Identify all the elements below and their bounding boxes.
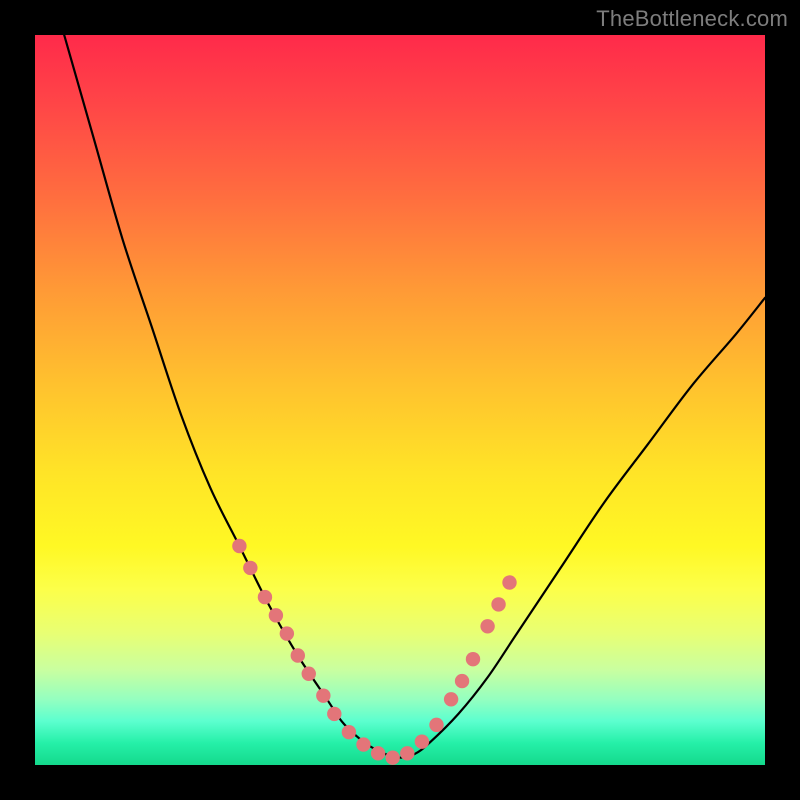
highlight-dot — [480, 619, 494, 633]
chart-container: TheBottleneck.com — [0, 0, 800, 800]
highlight-dot — [232, 539, 246, 553]
highlight-dot — [327, 707, 341, 721]
highlight-dot — [371, 746, 385, 760]
highlight-dots — [232, 539, 517, 765]
highlight-dot — [269, 608, 283, 622]
highlight-dot — [466, 652, 480, 666]
highlight-dot — [455, 674, 469, 688]
highlight-dot — [386, 751, 400, 765]
watermark-text: TheBottleneck.com — [596, 6, 788, 32]
highlight-dot — [356, 737, 370, 751]
highlight-dot — [444, 692, 458, 706]
highlight-dot — [316, 688, 330, 702]
highlight-dot — [258, 590, 272, 604]
highlight-dot — [280, 626, 294, 640]
highlight-dot — [502, 575, 516, 589]
highlight-dot — [429, 718, 443, 732]
plot-area — [35, 35, 765, 765]
curve-svg — [35, 35, 765, 765]
highlight-dot — [243, 561, 257, 575]
highlight-dot — [491, 597, 505, 611]
highlight-dot — [302, 667, 316, 681]
highlight-dot — [415, 734, 429, 748]
highlight-dot — [291, 648, 305, 662]
highlight-dot — [342, 725, 356, 739]
highlight-dot — [400, 746, 414, 760]
bottleneck-curve — [64, 35, 765, 758]
